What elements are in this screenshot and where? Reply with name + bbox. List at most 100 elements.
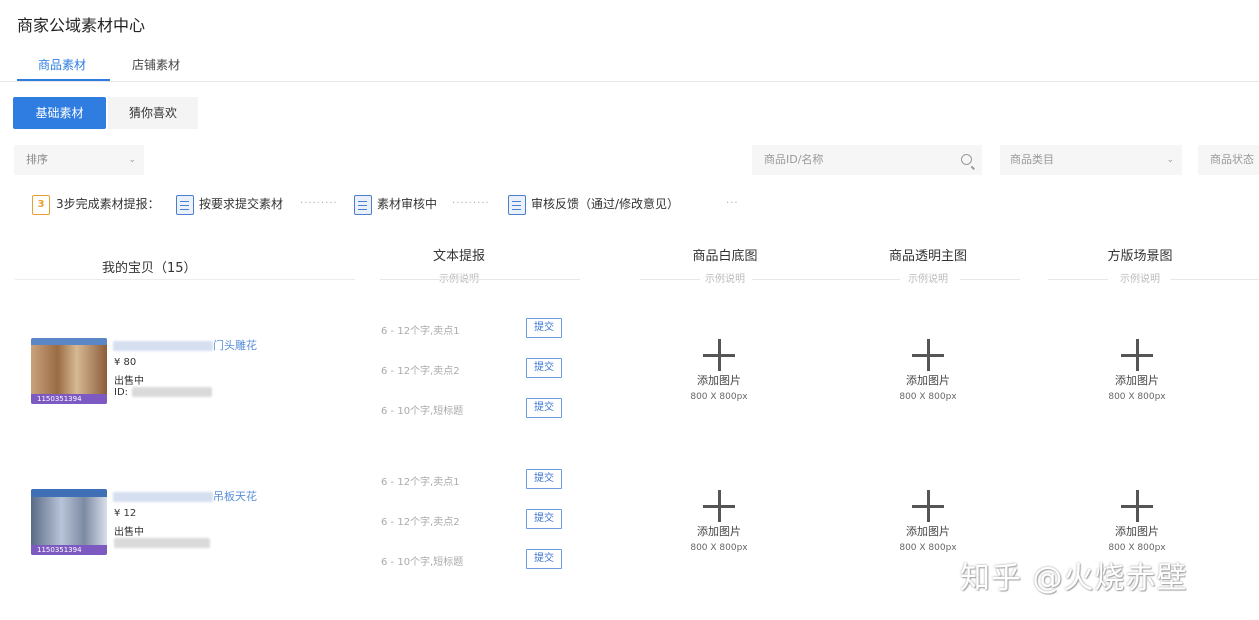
product-id <box>114 538 210 549</box>
step-2-label: 素材审核中 <box>377 197 438 211</box>
product-name-link[interactable]: 吊板天花 <box>113 488 257 504</box>
steps-ellipsis: ··· <box>726 198 739 209</box>
column-transparent-main-example[interactable]: 示例说明 <box>868 270 988 285</box>
redacted-text <box>113 492 213 502</box>
monitor-icon <box>354 194 372 215</box>
plus-icon <box>703 490 735 522</box>
upload-label: 添加图片 <box>906 374 950 387</box>
submit-button[interactable]: 提交 <box>526 318 562 338</box>
chevron-down-icon: ⌄ <box>128 155 136 165</box>
submit-button[interactable]: 提交 <box>526 509 562 529</box>
watermark: 知乎 @火烧赤壁 <box>960 561 1188 596</box>
step-3-label: 审核反馈（通过/修改意见） <box>531 197 680 211</box>
tab-store-material[interactable]: 店铺素材 <box>132 56 180 73</box>
redacted-text <box>114 538 210 548</box>
subtab-guess-you-like[interactable]: 猜你喜欢 <box>108 97 198 129</box>
upload-square-scene-image[interactable]: 添加图片 800 X 800px <box>1077 339 1197 419</box>
text-input-selling-point-2[interactable]: 6 - 12个字,卖点2 <box>381 513 460 528</box>
submit-button[interactable]: 提交 <box>526 358 562 378</box>
column-transparent-main-title: 商品透明主图 <box>888 249 967 264</box>
calendar-icon: 3 <box>32 195 50 215</box>
upload-label: 添加图片 <box>906 525 950 538</box>
subtab-basic-material[interactable]: 基础素材 <box>13 97 106 129</box>
category-select[interactable]: 商品类目 ⌄ <box>1000 145 1182 175</box>
text-input-selling-point-1[interactable]: 6 - 12个字,卖点1 <box>381 473 460 488</box>
status-select[interactable]: 商品状态 <box>1198 145 1259 175</box>
search-input[interactable]: 商品ID/名称 <box>752 145 982 175</box>
search-placeholder: 商品ID/名称 <box>764 153 824 166</box>
steps-intro: 3步完成素材提报： <box>56 197 160 211</box>
upload-size-hint: 800 X 800px <box>1108 392 1166 402</box>
main-tabs: 商品素材 店铺素材 <box>0 48 1259 82</box>
thumbnail-tag: 1150351394 <box>37 546 82 554</box>
submit-button[interactable]: 提交 <box>526 398 562 418</box>
plus-icon <box>703 339 735 371</box>
upload-transparent-main-image[interactable]: 添加图片 800 X 800px <box>868 339 988 419</box>
product-id-label: ID: <box>114 387 129 398</box>
step-connector: ········· <box>300 198 338 209</box>
step-3: 审核反馈（通过/修改意见） <box>508 193 679 217</box>
step-1: 按要求提交素材 <box>176 193 283 217</box>
product-thumbnail[interactable]: 1150351394 <box>31 489 107 555</box>
submit-button[interactable]: 提交 <box>526 469 562 489</box>
product-name-link[interactable]: 门头雕花 <box>113 337 257 353</box>
divider <box>1170 279 1259 280</box>
column-text-report-title: 文本提报 <box>432 249 485 264</box>
status-select-label: 商品状态 <box>1210 153 1254 166</box>
thumbnail-tag: 1150351394 <box>37 395 82 403</box>
category-select-label: 商品类目 <box>1010 153 1054 166</box>
page-title: 商家公域素材中心 <box>17 16 146 35</box>
column-square-scene-example[interactable]: 示例说明 <box>1080 270 1200 285</box>
text-input-short-title[interactable]: 6 - 10个字,短标题 <box>381 553 463 568</box>
my-items-header: 我的宝贝（15） <box>102 261 197 276</box>
plus-icon <box>1121 339 1153 371</box>
redacted-text <box>113 341 213 351</box>
plus-icon <box>912 339 944 371</box>
text-input-short-title[interactable]: 6 - 10个字,短标题 <box>381 402 463 417</box>
submit-button[interactable]: 提交 <box>526 549 562 569</box>
text-input-selling-point-1[interactable]: 6 - 12个字,卖点1 <box>381 322 460 337</box>
upload-label: 添加图片 <box>697 525 741 538</box>
column-text-report-example[interactable]: 示例说明 <box>400 270 518 285</box>
text-input-selling-point-2[interactable]: 6 - 12个字,卖点2 <box>381 362 460 377</box>
product-name-suffix: 门头雕花 <box>213 339 257 352</box>
filter-bar: 排序 ⌄ 商品ID/名称 商品类目 ⌄ 商品状态 <box>0 145 1259 177</box>
chevron-down-icon: ⌄ <box>1166 155 1174 165</box>
product-price: ¥ 80 <box>114 357 137 368</box>
redacted-text <box>132 387 213 397</box>
product-status: 出售中 <box>114 376 144 387</box>
active-tab-indicator <box>17 79 110 81</box>
tab-product-material[interactable]: 商品素材 <box>38 56 86 73</box>
product-name-suffix: 吊板天花 <box>213 490 257 503</box>
divider <box>790 279 900 280</box>
column-white-bg-example[interactable]: 示例说明 <box>660 270 790 285</box>
step-1-label: 按要求提交素材 <box>199 197 284 211</box>
upload-label: 添加图片 <box>1115 374 1159 387</box>
upload-size-hint: 800 X 800px <box>1108 543 1166 553</box>
column-square-scene-title: 方版场景图 <box>1107 249 1173 264</box>
search-icon[interactable] <box>961 154 972 165</box>
plus-icon <box>1121 490 1153 522</box>
product-thumbnail[interactable]: 1150351394 <box>31 338 107 404</box>
divider <box>640 279 700 280</box>
document-icon <box>508 194 526 215</box>
divider <box>380 279 580 280</box>
sort-select[interactable]: 排序 ⌄ <box>14 145 144 175</box>
plus-icon <box>912 490 944 522</box>
step-2: 素材审核中 <box>354 193 437 217</box>
product-status: 出售中 <box>114 527 144 538</box>
product-id: ID: <box>114 387 213 398</box>
divider <box>960 279 1020 280</box>
upload-size-hint: 800 X 800px <box>899 543 957 553</box>
divider <box>15 279 355 280</box>
upload-label: 添加图片 <box>1115 525 1159 538</box>
column-white-bg-title: 商品白底图 <box>692 249 758 264</box>
divider <box>1048 279 1108 280</box>
upload-white-bg-image[interactable]: 添加图片 800 X 800px <box>659 339 779 419</box>
upload-label: 添加图片 <box>697 374 741 387</box>
sort-select-label: 排序 <box>26 153 48 166</box>
step-connector: ········· <box>452 198 490 209</box>
document-icon <box>176 194 194 215</box>
upload-white-bg-image[interactable]: 添加图片 800 X 800px <box>659 490 779 570</box>
upload-size-hint: 800 X 800px <box>899 392 957 402</box>
